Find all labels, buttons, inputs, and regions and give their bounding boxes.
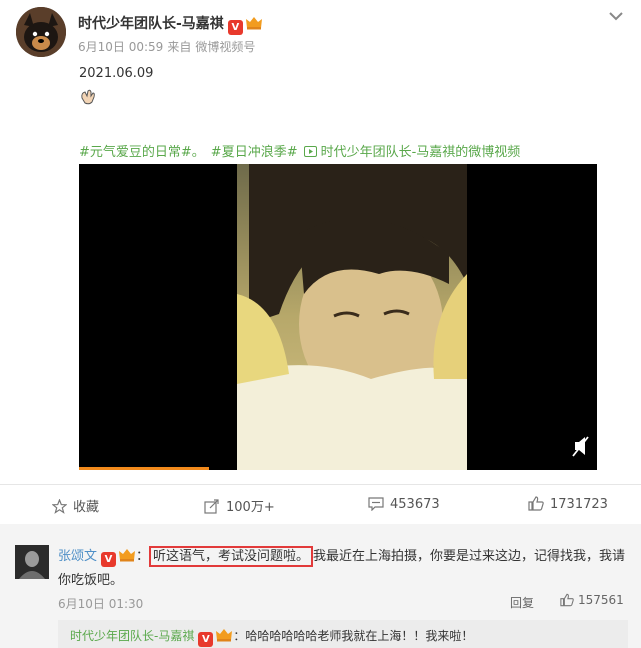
crown-icon	[216, 629, 233, 642]
post-source[interactable]: 微博视频号	[195, 40, 255, 54]
comment-text-line-2: 你吃饭吧。	[58, 573, 124, 588]
comment-separator: ：	[136, 549, 150, 564]
share-icon	[204, 499, 219, 514]
author-avatar[interactable]	[16, 7, 66, 57]
share-button[interactable]: 100万+	[204, 496, 275, 515]
favorite-button[interactable]: 收藏	[51, 496, 100, 515]
comment-line-1: 张颂文 V ：听这语气，考试没问题啦。 我最近在上海拍摄，你要是过来这边，记得找我，我…	[58, 545, 625, 567]
favorite-label: 收藏	[73, 500, 100, 515]
like-count: 1731723	[550, 497, 608, 512]
mute-icon[interactable]	[572, 436, 589, 457]
topic-tag[interactable]: #夏日冲浪季#	[211, 145, 298, 160]
author-name-row: 时代少年团队长-马嘉祺 V	[78, 13, 263, 35]
share-count: 100万+	[226, 500, 275, 515]
commenter-avatar[interactable]	[15, 545, 49, 579]
commenter-name[interactable]: 张颂文	[58, 549, 97, 564]
crown-icon	[119, 549, 136, 562]
chevron-down-icon[interactable]	[607, 7, 625, 25]
video-link-label: 时代少年团队长-马嘉祺的微博视频	[320, 145, 521, 160]
verified-icon: V	[101, 552, 117, 567]
comment-like-count: 157561	[578, 593, 624, 607]
star-icon	[51, 498, 68, 514]
comment-count: 453673	[390, 497, 440, 512]
comment-text: 我最近在上海拍摄，你要是过来这边，记得找我，我请	[313, 549, 626, 564]
action-bar: 收藏 100万+ 453673 1731723	[0, 484, 641, 524]
post-tags: #元气爱豆的日常#。 #夏日冲浪季# 时代少年团队长-马嘉祺的微博视频	[79, 141, 532, 160]
post-meta: 6月10日 00:59 来自 微博视频号	[78, 38, 259, 55]
verified-icon: V	[227, 20, 243, 35]
video-progress-bar[interactable]	[79, 467, 209, 470]
thumbs-up-icon	[528, 496, 544, 511]
comment-like-button[interactable]: 157561	[560, 593, 624, 607]
comment-time: 6月10日 01:30	[58, 597, 144, 611]
source-prefix: 来自	[167, 40, 192, 54]
video-link[interactable]: 时代少年团队长-马嘉祺的微博视频	[303, 145, 527, 160]
video-link-icon	[303, 146, 317, 157]
verified-icon: V	[198, 632, 214, 647]
video-frame	[237, 164, 589, 470]
comment-icon	[368, 497, 384, 512]
crown-icon	[245, 17, 262, 30]
reply-line: 时代少年团队长-马嘉祺 V ：哈哈哈哈哈哈老师我就在上海！！我来啦！	[70, 627, 473, 647]
highlighted-comment-text: 听这语气，考试没问题啦。	[149, 546, 314, 567]
post-time[interactable]: 6月10日 00:59	[78, 40, 163, 54]
video-player[interactable]	[79, 164, 597, 470]
reply-text: 哈哈哈哈哈哈老师我就在上海！！我来啦！	[245, 629, 474, 643]
thumbs-up-icon	[560, 593, 574, 607]
like-button[interactable]: 1731723	[528, 496, 608, 512]
waving-hand-icon	[81, 89, 95, 105]
reply-author[interactable]: 时代少年团队长-马嘉祺	[70, 629, 194, 643]
reply-button[interactable]: 回复	[510, 594, 534, 611]
topic-tag[interactable]: #元气爱豆的日常#。	[79, 145, 205, 160]
post-date-text: 2021.06.09	[79, 66, 154, 81]
reply-separator: ：	[233, 629, 246, 643]
author-name[interactable]: 时代少年团队长-马嘉祺	[78, 16, 224, 32]
comment-button[interactable]: 453673	[368, 496, 440, 512]
